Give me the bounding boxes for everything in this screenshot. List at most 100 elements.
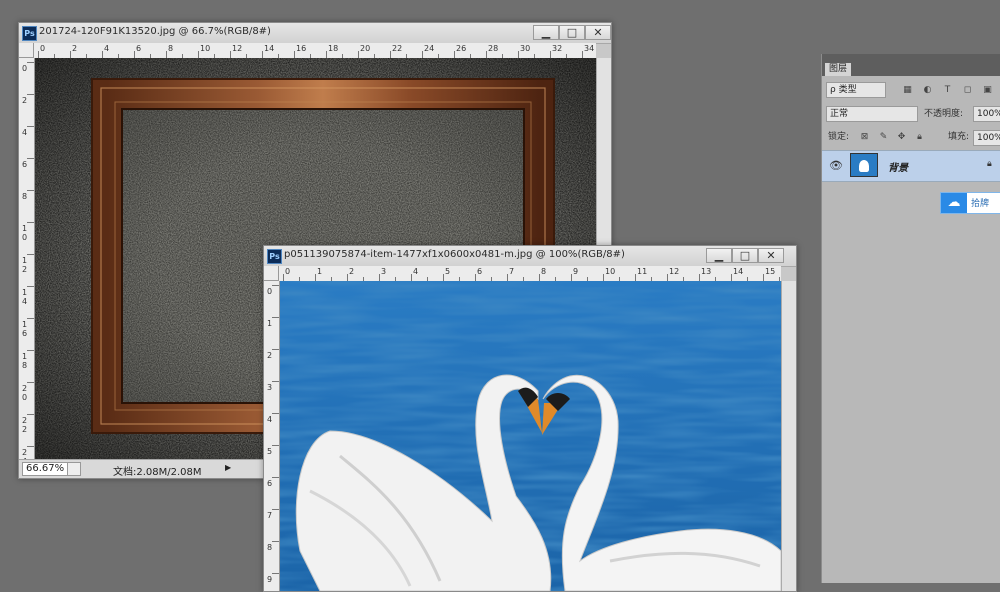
layer-name[interactable]: 背景 bbox=[888, 159, 908, 174]
zoom-level[interactable]: 66.67% bbox=[22, 462, 69, 476]
ruler-label: 30 bbox=[520, 44, 531, 53]
tab-layers[interactable]: 图层 bbox=[825, 63, 852, 76]
ruler-tick bbox=[272, 509, 279, 510]
ruler-tick bbox=[27, 126, 34, 127]
ruler-tick bbox=[198, 51, 199, 58]
ruler-origin[interactable] bbox=[264, 266, 279, 281]
ruler-label: 28 bbox=[488, 44, 499, 53]
ruler-tick bbox=[38, 51, 39, 58]
ruler-tick bbox=[27, 190, 34, 191]
ruler-label: 0 bbox=[22, 64, 28, 73]
ruler-label: 3 bbox=[267, 383, 273, 392]
ruler-tick bbox=[272, 413, 279, 414]
filter-shape-icon[interactable]: ◻ bbox=[962, 85, 973, 96]
ruler-label: 10 bbox=[200, 44, 211, 53]
fill-field[interactable]: 100% bbox=[973, 130, 1000, 146]
ruler-label: 24 bbox=[424, 44, 435, 53]
ruler-label: 3 bbox=[381, 267, 387, 276]
ruler-tick bbox=[27, 414, 34, 415]
opacity-label: 不透明度: bbox=[924, 109, 964, 119]
filter-type-icon[interactable]: T bbox=[942, 85, 953, 96]
minimize-button[interactable]: ▁ bbox=[533, 25, 559, 40]
opacity-field[interactable]: 100% bbox=[973, 106, 1000, 122]
visibility-eye-icon[interactable]: 👁︎ bbox=[829, 159, 843, 172]
ruler-tick bbox=[272, 285, 279, 286]
ruler-tick bbox=[347, 274, 348, 281]
swans-artwork bbox=[280, 281, 781, 591]
ruler-label: 8 bbox=[22, 192, 28, 201]
ruler-label: 22 bbox=[22, 416, 28, 434]
ruler-label: 6 bbox=[22, 160, 28, 169]
panel-tab-bar: 图层 bbox=[822, 54, 1000, 76]
ruler-label: 10 bbox=[605, 267, 616, 276]
ruler-tick bbox=[272, 381, 279, 382]
maximize-button[interactable]: □ bbox=[732, 248, 758, 263]
layer-filter-select[interactable]: ρ 类型 bbox=[826, 82, 886, 98]
ruler-tick bbox=[518, 51, 519, 58]
ruler-label: 13 bbox=[701, 267, 712, 276]
window-titlebar[interactable]: Ps p051139075874-item-1477xf1x0600x0481-… bbox=[264, 246, 796, 267]
horizontal-ruler[interactable]: 0 2 4 6 8 10 12 14 16 18 20 22 24 26 28 30 32 34 bbox=[34, 43, 596, 59]
ruler-label: 20 bbox=[360, 44, 371, 53]
ruler-label: 14 bbox=[733, 267, 744, 276]
ruler-tick bbox=[326, 51, 327, 58]
ruler-tick bbox=[571, 274, 572, 281]
lock-brush-icon[interactable]: ✎ bbox=[878, 132, 889, 143]
ruler-tick bbox=[272, 541, 279, 542]
layer-row-background[interactable]: 👁︎ 背景 🔒︎ bbox=[822, 150, 1000, 182]
close-button[interactable]: ✕ bbox=[585, 25, 611, 40]
horizontal-ruler[interactable]: 0 1 2 3 4 5 6 7 8 9 10 11 12 13 14 15 bbox=[279, 266, 781, 282]
ruler-tick bbox=[635, 274, 636, 281]
ruler-label: 16 bbox=[22, 320, 28, 338]
ruler-label: 6 bbox=[136, 44, 142, 53]
ruler-origin[interactable] bbox=[19, 43, 34, 58]
ruler-tick bbox=[272, 445, 279, 446]
ruler-label: 1 bbox=[317, 267, 323, 276]
ruler-tick bbox=[272, 573, 279, 574]
ruler-label: 1 bbox=[267, 319, 273, 328]
status-menu-arrow[interactable]: ▶ bbox=[225, 462, 231, 474]
ruler-tick bbox=[422, 51, 423, 58]
ruler-tick bbox=[27, 446, 34, 447]
ruler-label: 0 bbox=[40, 44, 46, 53]
ruler-tick bbox=[27, 318, 34, 319]
ruler-tick bbox=[230, 51, 231, 58]
cloud-popup-button[interactable]: ☁ 拾牌 bbox=[940, 192, 1000, 214]
ruler-label: 0 bbox=[267, 287, 273, 296]
blend-mode-select[interactable]: 正常 bbox=[826, 106, 918, 122]
vertical-scrollbar[interactable] bbox=[781, 281, 796, 591]
image-canvas[interactable] bbox=[280, 281, 781, 591]
layer-thumbnail bbox=[850, 153, 878, 177]
lock-move-icon[interactable]: ✥ bbox=[896, 132, 907, 143]
ruler-tick bbox=[272, 317, 279, 318]
fill-label: 填充: bbox=[948, 132, 970, 142]
ruler-label: 2 bbox=[72, 44, 78, 53]
photoshop-icon: Ps bbox=[267, 249, 282, 264]
ruler-label: 4 bbox=[267, 415, 273, 424]
status-icon[interactable] bbox=[67, 462, 81, 476]
lock-all-icon[interactable]: 🔒︎ bbox=[914, 132, 925, 143]
ruler-label: 4 bbox=[22, 128, 28, 137]
lock-transparency-icon[interactable]: ⊠ bbox=[859, 132, 870, 143]
vertical-ruler[interactable]: 0123456789 bbox=[264, 281, 280, 591]
maximize-button[interactable]: □ bbox=[559, 25, 585, 40]
ruler-tick bbox=[411, 274, 412, 281]
window-titlebar[interactable]: Ps 201724-120F91K13520.jpg @ 66.7%(RGB/8… bbox=[19, 23, 611, 44]
ruler-tick bbox=[539, 274, 540, 281]
filter-smart-icon[interactable]: ▣ bbox=[982, 85, 993, 96]
cloud-icon: ☁ bbox=[941, 193, 967, 213]
ruler-tick bbox=[475, 274, 476, 281]
minimize-button[interactable]: ▁ bbox=[706, 248, 732, 263]
ruler-label: 10 bbox=[22, 224, 28, 242]
ruler-label: 11 bbox=[637, 267, 648, 276]
filter-adjust-icon[interactable]: ◐ bbox=[922, 85, 933, 96]
ruler-tick bbox=[134, 51, 135, 58]
vertical-ruler[interactable]: 024681012141618202224 bbox=[19, 58, 35, 460]
document-size: 文档:2.08M/2.08M bbox=[113, 467, 202, 478]
ruler-label: 7 bbox=[267, 511, 273, 520]
filter-pixel-icon[interactable]: ▦ bbox=[902, 85, 913, 96]
ruler-tick bbox=[390, 51, 391, 58]
ruler-label: 5 bbox=[267, 447, 273, 456]
close-button[interactable]: ✕ bbox=[758, 248, 784, 263]
ruler-label: 16 bbox=[296, 44, 307, 53]
